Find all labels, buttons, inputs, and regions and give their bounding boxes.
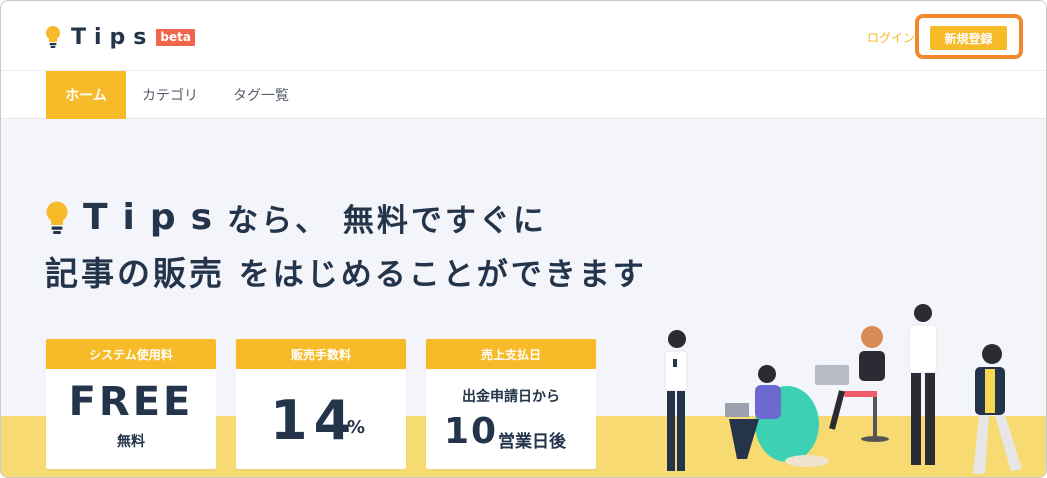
headline-line2-strong: 記事の販売: [45, 254, 225, 293]
site-header: Tips beta ログイン 新規登録: [1, 1, 1046, 71]
card-body: 出金申請日から 10 営業日後: [426, 369, 596, 469]
site-logo[interactable]: Tips beta: [45, 23, 195, 51]
hero-headline-line1: Tips なら、 無料ですぐに: [45, 195, 547, 240]
card-value: FREE: [68, 379, 194, 425]
card-note: 無料: [117, 434, 145, 450]
person-standing-phone: [664, 330, 688, 471]
card-unit: %: [347, 417, 366, 438]
headline-line2-text: をはじめることができます: [225, 257, 647, 293]
fee-card-payout: 売上支払日 出金申請日から 10 営業日後: [426, 339, 596, 469]
card-value: 14: [270, 389, 358, 452]
person-beanbag-laptop: [725, 365, 829, 467]
fee-card-system: システム使用料 FREE 無料: [46, 339, 216, 469]
register-button[interactable]: 新規登録: [930, 26, 1007, 50]
nav-item-home[interactable]: ホーム: [46, 71, 126, 119]
card-value: 10: [444, 411, 499, 452]
card-title: 売上支払日: [426, 339, 596, 369]
card-unit: 営業日後: [498, 432, 566, 452]
card-pretext: 出金申請日から: [462, 389, 560, 405]
person-walking-jacket: [973, 344, 1022, 474]
person-chair-laptop: [815, 326, 889, 442]
card-body: 14 %: [236, 369, 406, 469]
card-title: システム使用料: [46, 339, 216, 369]
card-body: FREE 無料: [46, 369, 216, 469]
lightbulb-icon: [46, 26, 60, 48]
login-link[interactable]: ログイン: [867, 29, 915, 46]
fee-card-commission: 販売手数料 14 %: [236, 339, 406, 469]
hero-headline-line2: 記事の販売 をはじめることができます: [45, 247, 647, 295]
people-illustration: [664, 304, 1022, 474]
card-title: 販売手数料: [236, 339, 406, 369]
main-nav: ホーム カテゴリ タグ一覧: [1, 71, 1046, 119]
lightbulb-icon: [46, 201, 68, 234]
headline-line1-text: なら、 無料ですぐに: [227, 203, 547, 239]
browser-frame: Tips beta ログイン 新規登録 ホーム カテゴリ タグ一覧 Tips な…: [0, 0, 1047, 478]
hero-section: Tips なら、 無料ですぐに 記事の販売 をはじめることができます システム使…: [1, 119, 1046, 477]
nav-item-categories[interactable]: カテゴリ: [131, 71, 209, 119]
person-standing-white-shirt: [908, 304, 938, 465]
beta-badge: beta: [156, 28, 195, 46]
nav-item-tags[interactable]: タグ一覧: [221, 71, 301, 119]
headline-brand: Tips: [83, 197, 228, 238]
logo-text: Tips: [71, 24, 155, 50]
